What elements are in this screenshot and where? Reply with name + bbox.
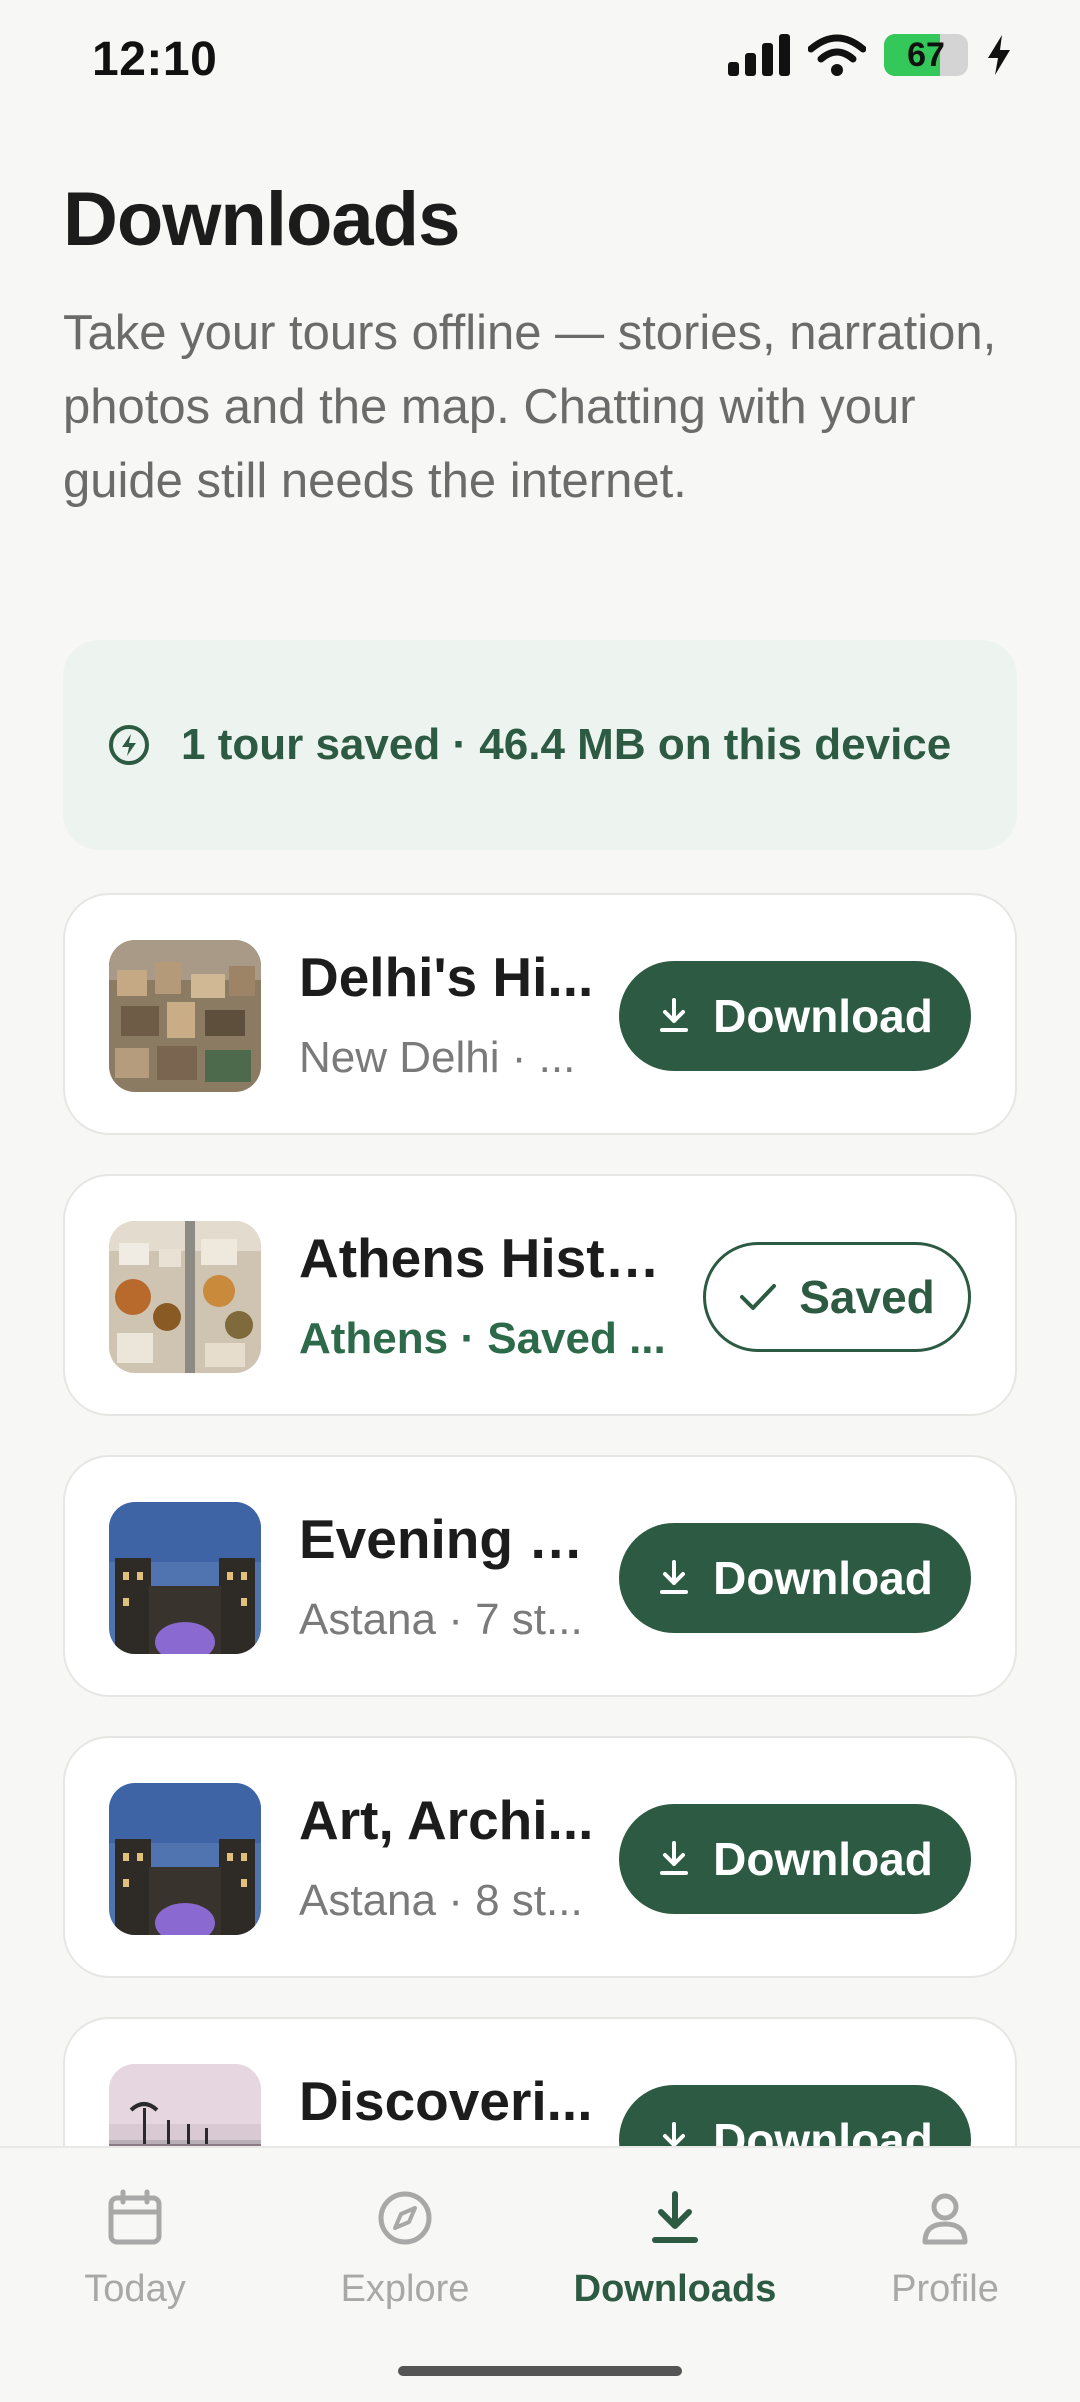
tour-subtitle: Athens · Saved ...	[299, 1314, 666, 1363]
check-icon	[740, 1284, 777, 1310]
tour-title: Evening E...	[299, 1508, 599, 1570]
home-indicator	[398, 2366, 682, 2376]
charging-icon	[988, 35, 1010, 75]
tour-subtitle: New Delhi · ...	[299, 1033, 576, 1082]
tour-list: Delhi's Hi... New Delhi · ... Download A…	[63, 893, 1017, 2298]
tour-title: Athens Histo...	[299, 1227, 669, 1289]
tour-title: Art, Archi...	[299, 1789, 594, 1851]
download-button-label: Download	[713, 1552, 933, 1604]
page-title: Downloads	[63, 177, 460, 262]
tour-thumbnail	[109, 1502, 261, 1654]
tour-title: Delhi's Hi...	[299, 946, 594, 1008]
nav-label: Explore	[340, 2268, 470, 2310]
tour-card[interactable]: Art, Archi... Astana · 8 st... Download	[63, 1736, 1017, 1978]
download-icon	[660, 998, 689, 1032]
tour-card[interactable]: Evening E... Astana · 7 st... Download	[63, 1455, 1017, 1697]
saved-button[interactable]: Saved	[703, 1242, 971, 1352]
status-time: 12:10	[92, 33, 218, 86]
status-bar: 12:10 67	[0, 0, 1080, 120]
tour-subtitle: Astana · 7 st...	[299, 1595, 583, 1644]
bolt-circle-icon	[109, 725, 149, 765]
tour-card[interactable]: Athens Histo... Athens · Saved ... Saved	[63, 1174, 1017, 1416]
storage-summary-banner: 1 tour saved · 46.4 MB on this device	[63, 640, 1017, 850]
calendar-icon	[108, 2189, 162, 2245]
download-icon	[660, 1560, 689, 1594]
tour-thumbnail	[109, 1783, 261, 1935]
nav-label: Downloads	[573, 2268, 777, 2310]
tour-card[interactable]: Delhi's Hi... New Delhi · ... Download	[63, 893, 1017, 1135]
user-icon	[922, 2193, 968, 2245]
tour-title: Discoveri...	[299, 2070, 593, 2132]
signal-icon	[728, 34, 790, 76]
tour-thumbnail	[109, 1221, 261, 1373]
download-button-label: Download	[713, 990, 933, 1042]
nav-item-downloads[interactable]: Downloads	[540, 2188, 810, 2311]
battery-percent: 67	[907, 35, 945, 74]
download-icon	[660, 1841, 689, 1875]
nav-item-profile[interactable]: Profile	[810, 2188, 1080, 2311]
nav-item-explore[interactable]: Explore	[270, 2188, 540, 2311]
download-button[interactable]: Download	[619, 961, 971, 1071]
page-description: Take your tours offline — stories, narra…	[63, 306, 997, 508]
download-icon	[652, 2191, 698, 2243]
download-button[interactable]: Download	[619, 1804, 971, 1914]
download-button-label: Download	[713, 1833, 933, 1885]
battery-indicator: 67	[884, 34, 968, 76]
compass-icon	[378, 2191, 432, 2245]
saved-button-label: Saved	[799, 1271, 935, 1323]
wifi-icon	[808, 34, 866, 76]
download-button[interactable]: Download	[619, 1523, 971, 1633]
nav-item-today[interactable]: Today	[0, 2188, 270, 2311]
bottom-nav: Today Explore Downloads Profile	[0, 2146, 1080, 2402]
nav-label: Profile	[891, 2268, 999, 2310]
storage-summary-text: 1 tour saved · 46.4 MB on this device	[181, 720, 952, 769]
status-icons: 67	[728, 34, 1012, 76]
nav-label: Today	[84, 2268, 186, 2310]
tour-subtitle: Astana · 8 st...	[299, 1876, 583, 1925]
tour-thumbnail	[109, 940, 261, 1092]
